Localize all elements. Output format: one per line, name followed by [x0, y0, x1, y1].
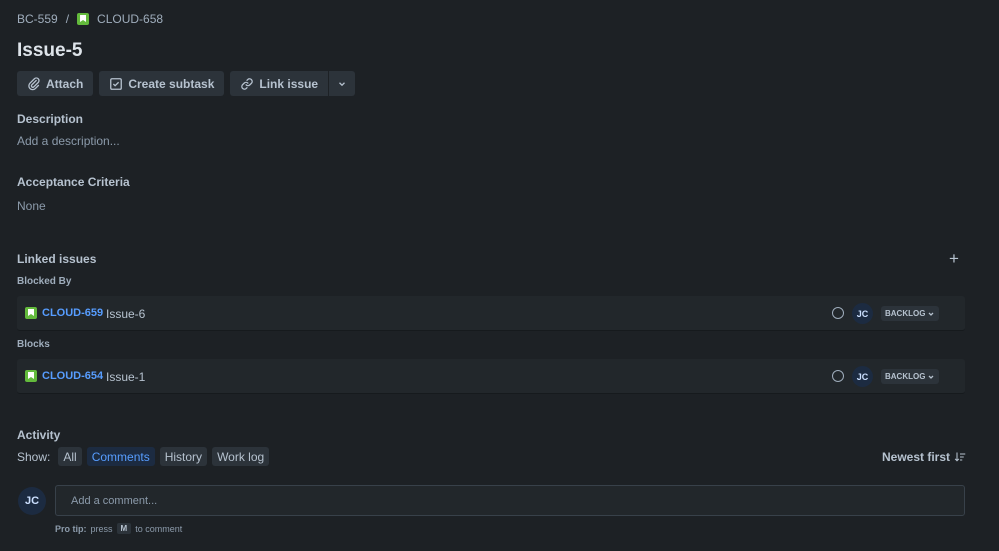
comment-input[interactable]: Add a comment...	[55, 485, 965, 516]
linked-issue-key[interactable]: CLOUD-659	[42, 307, 103, 319]
linked-issue-summary[interactable]: Issue-6	[106, 307, 145, 321]
link-icon	[241, 77, 254, 90]
attach-label: Attach	[46, 76, 84, 91]
pro-tip: Pro tip: press M to comment	[55, 523, 182, 534]
assignee-avatar[interactable]: JC	[852, 366, 873, 387]
pro-tip-suffix: to comment	[135, 523, 183, 534]
add-linked-issue-button[interactable]: +	[949, 250, 959, 267]
assignee-avatar[interactable]: JC	[852, 303, 873, 324]
keyboard-shortcut-key: M	[116, 523, 132, 534]
linked-issues-heading: Linked issues	[17, 252, 97, 266]
chevron-down-icon	[929, 312, 934, 316]
link-issue-label: Link issue	[259, 76, 319, 91]
show-label: Show:	[17, 449, 51, 464]
chevron-down-icon	[929, 375, 934, 379]
status-dropdown[interactable]: BACKLOG	[881, 306, 940, 321]
sort-order-label: Newest first	[882, 450, 951, 464]
subtask-icon	[110, 77, 123, 90]
filter-all-button[interactable]: All	[58, 447, 82, 466]
breadcrumb-current-link[interactable]: CLOUD-658	[97, 12, 163, 26]
attach-button[interactable]: Attach	[17, 71, 94, 96]
blocked-by-label: Blocked By	[17, 276, 72, 287]
issue-title[interactable]: Issue-5	[17, 40, 82, 62]
breadcrumb: BC-559 / CLOUD-658	[17, 12, 163, 26]
link-issue-dropdown-button[interactable]	[328, 71, 356, 96]
blocks-label: Blocks	[17, 339, 50, 350]
filter-history-button[interactable]: History	[159, 447, 208, 466]
filter-comments-button[interactable]: Comments	[86, 447, 155, 466]
linked-issue-row[interactable]: CLOUD-659 Issue-6 JC BACKLOG	[17, 296, 965, 331]
pro-tip-label: Pro tip:	[55, 523, 87, 534]
story-icon	[25, 370, 37, 382]
story-icon	[77, 13, 90, 25]
filter-work-log-button[interactable]: Work log	[212, 447, 270, 466]
create-subtask-button[interactable]: Create subtask	[99, 71, 225, 96]
sort-order-button[interactable]: Newest first	[882, 450, 966, 464]
linked-issue-key[interactable]: CLOUD-654	[42, 370, 103, 382]
status-label: BACKLOG	[885, 309, 926, 318]
priority-icon	[832, 370, 844, 382]
activity-heading: Activity	[17, 428, 61, 442]
priority-icon	[832, 307, 844, 319]
link-issue-button[interactable]: Link issue	[230, 71, 329, 96]
status-dropdown[interactable]: BACKLOG	[881, 369, 940, 384]
sort-icon	[954, 452, 966, 462]
status-label: BACKLOG	[885, 372, 926, 381]
create-subtask-label: Create subtask	[128, 76, 215, 91]
breadcrumb-parent-link[interactable]: BC-559	[17, 12, 58, 26]
description-field[interactable]: Add a description...	[17, 134, 120, 148]
activity-filter-bar: Show: All Comments History Work log	[17, 447, 270, 466]
linked-issue-summary[interactable]: Issue-1	[106, 370, 145, 384]
description-heading: Description	[17, 112, 84, 126]
acceptance-criteria-heading: Acceptance Criteria	[17, 175, 130, 189]
pro-tip-press: press	[90, 523, 113, 534]
chevron-down-icon	[339, 81, 346, 86]
issue-toolbar: Attach Create subtask Link issue	[17, 71, 356, 96]
link-issue-split-button: Link issue	[230, 71, 356, 96]
story-icon	[25, 307, 37, 319]
acceptance-criteria-field[interactable]: None	[17, 199, 46, 213]
paperclip-icon	[28, 76, 40, 90]
breadcrumb-separator: /	[65, 12, 70, 26]
current-user-avatar: JC	[18, 487, 46, 515]
linked-issue-row[interactable]: CLOUD-654 Issue-1 JC BACKLOG	[17, 359, 965, 394]
